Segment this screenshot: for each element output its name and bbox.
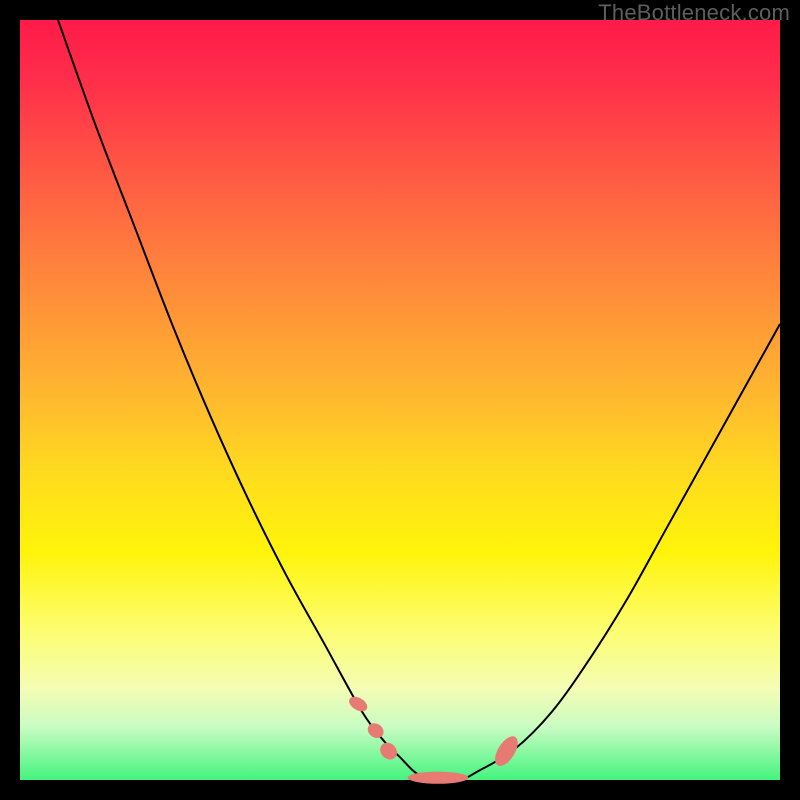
marker-group [347,694,523,784]
marker-left-mid [365,720,387,741]
outer-frame: TheBottleneck.com [0,0,800,800]
chart-svg [20,20,780,780]
marker-left-low [377,739,401,763]
marker-bottom-flat [408,772,469,784]
watermark-text: TheBottleneck.com [598,0,790,26]
bottleneck-curve [58,20,780,781]
marker-right [490,733,522,770]
marker-left-upper [347,694,370,714]
curve-group [58,20,780,781]
